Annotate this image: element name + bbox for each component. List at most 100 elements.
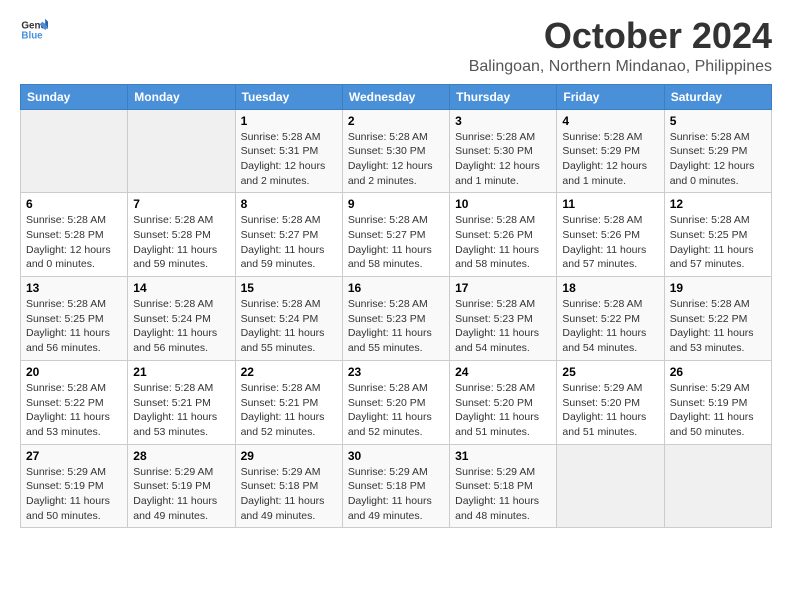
day-info: Sunrise: 5:28 AM Sunset: 5:24 PM Dayligh… — [133, 297, 229, 356]
calendar-day-cell: 6Sunrise: 5:28 AM Sunset: 5:28 PM Daylig… — [21, 193, 128, 277]
day-info: Sunrise: 5:28 AM Sunset: 5:30 PM Dayligh… — [455, 130, 551, 189]
day-number: 16 — [348, 281, 444, 295]
page-header: General Blue October 2024 Balingoan, Nor… — [20, 16, 772, 76]
day-number: 24 — [455, 365, 551, 379]
calendar-day-cell: 16 Sunrise: 5:28 AM Sunset: 5:23 PM Dayli… — [342, 277, 449, 361]
calendar-day-cell: 31Sunrise: 5:29 AM Sunset: 5:18 PM Dayli… — [450, 444, 557, 528]
calendar-header-cell: Saturday — [664, 84, 771, 109]
calendar-day-cell: 21 Sunrise: 5:28 AM Sunset: 5:21 PM Dayli… — [128, 360, 235, 444]
calendar-day-cell — [664, 444, 771, 528]
calendar-day-cell: 27 Sunrise: 5:29 AM Sunset: 5:19 PM Dayli… — [21, 444, 128, 528]
day-number: 15 — [241, 281, 337, 295]
calendar-header-cell: Tuesday — [235, 84, 342, 109]
day-info: Sunrise: 5:28 AM Sunset: 5:21 PM Dayligh… — [133, 381, 229, 440]
calendar-header-cell: Wednesday — [342, 84, 449, 109]
day-number: 18 — [562, 281, 658, 295]
day-number: 12 — [670, 197, 766, 211]
day-number: 21 — [133, 365, 229, 379]
calendar-day-cell: 28 Sunrise: 5:29 AM Sunset: 5:19 PM Dayli… — [128, 444, 235, 528]
calendar-day-cell — [21, 109, 128, 193]
calendar-day-cell: 23Sunrise: 5:28 AM Sunset: 5:20 PM Dayli… — [342, 360, 449, 444]
day-info: Sunrise: 5:28 AM Sunset: 5:26 PM Dayligh… — [562, 213, 658, 272]
day-info: Sunrise: 5:28 AM Sunset: 5:29 PM Dayligh… — [562, 130, 658, 189]
calendar-day-cell — [128, 109, 235, 193]
day-info: Sunrise: 5:28 AM Sunset: 5:21 PM Dayligh… — [241, 381, 337, 440]
day-info: Sunrise: 5:28 AM Sunset: 5:22 PM Dayligh… — [562, 297, 658, 356]
calendar-day-cell: 12 Sunrise: 5:28 AM Sunset: 5:25 PM Dayli… — [664, 193, 771, 277]
logo-icon: General Blue — [20, 16, 48, 44]
logo: General Blue — [20, 16, 48, 44]
day-info: Sunrise: 5:29 AM Sunset: 5:18 PM Dayligh… — [241, 465, 337, 524]
day-number: 22 — [241, 365, 337, 379]
day-number: 30 — [348, 449, 444, 463]
day-info: Sunrise: 5:29 AM Sunset: 5:19 PM Dayligh… — [26, 465, 122, 524]
calendar-day-cell: 24 Sunrise: 5:28 AM Sunset: 5:20 PM Dayli… — [450, 360, 557, 444]
calendar-day-cell: 19 Sunrise: 5:28 AM Sunset: 5:22 PM Dayli… — [664, 277, 771, 361]
calendar-day-cell: 15Sunrise: 5:28 AM Sunset: 5:24 PM Dayli… — [235, 277, 342, 361]
calendar-header-cell: Monday — [128, 84, 235, 109]
month-title: October 2024 — [469, 16, 772, 56]
calendar-day-cell: 9Sunrise: 5:28 AM Sunset: 5:27 PM Daylig… — [342, 193, 449, 277]
day-info: Sunrise: 5:28 AM Sunset: 5:22 PM Dayligh… — [670, 297, 766, 356]
calendar-header-cell: Thursday — [450, 84, 557, 109]
day-info: Sunrise: 5:28 AM Sunset: 5:23 PM Dayligh… — [455, 297, 551, 356]
calendar-day-cell: 17Sunrise: 5:28 AM Sunset: 5:23 PM Dayli… — [450, 277, 557, 361]
calendar-day-cell — [557, 444, 664, 528]
calendar-day-cell: 25Sunrise: 5:29 AM Sunset: 5:20 PM Dayli… — [557, 360, 664, 444]
calendar-week-row: 6Sunrise: 5:28 AM Sunset: 5:28 PM Daylig… — [21, 193, 772, 277]
calendar-week-row: 27 Sunrise: 5:29 AM Sunset: 5:19 PM Dayli… — [21, 444, 772, 528]
calendar-day-cell: 3Sunrise: 5:28 AM Sunset: 5:30 PM Daylig… — [450, 109, 557, 193]
calendar-week-row: 20 Sunrise: 5:28 AM Sunset: 5:22 PM Dayli… — [21, 360, 772, 444]
calendar-day-cell: 26 Sunrise: 5:29 AM Sunset: 5:19 PM Dayli… — [664, 360, 771, 444]
calendar-day-cell: 29 Sunrise: 5:29 AM Sunset: 5:18 PM Dayli… — [235, 444, 342, 528]
day-number: 2 — [348, 114, 444, 128]
calendar-day-cell: 20 Sunrise: 5:28 AM Sunset: 5:22 PM Dayli… — [21, 360, 128, 444]
day-info: Sunrise: 5:28 AM Sunset: 5:29 PM Dayligh… — [670, 130, 766, 189]
day-number: 13 — [26, 281, 122, 295]
calendar-week-row: 13 Sunrise: 5:28 AM Sunset: 5:25 PM Dayli… — [21, 277, 772, 361]
day-number: 1 — [241, 114, 337, 128]
day-info: Sunrise: 5:29 AM Sunset: 5:20 PM Dayligh… — [562, 381, 658, 440]
day-number: 19 — [670, 281, 766, 295]
calendar-day-cell: 30Sunrise: 5:29 AM Sunset: 5:18 PM Dayli… — [342, 444, 449, 528]
day-info: Sunrise: 5:29 AM Sunset: 5:19 PM Dayligh… — [133, 465, 229, 524]
day-number: 23 — [348, 365, 444, 379]
calendar-header-cell: Sunday — [21, 84, 128, 109]
calendar-week-row: 1Sunrise: 5:28 AM Sunset: 5:31 PM Daylig… — [21, 109, 772, 193]
calendar-header-cell: Friday — [557, 84, 664, 109]
day-number: 11 — [562, 197, 658, 211]
day-info: Sunrise: 5:28 AM Sunset: 5:30 PM Dayligh… — [348, 130, 444, 189]
day-number: 10 — [455, 197, 551, 211]
day-info: Sunrise: 5:28 AM Sunset: 5:22 PM Dayligh… — [26, 381, 122, 440]
day-number: 31 — [455, 449, 551, 463]
day-number: 7 — [133, 197, 229, 211]
calendar-day-cell: 18 Sunrise: 5:28 AM Sunset: 5:22 PM Dayli… — [557, 277, 664, 361]
calendar-day-cell: 14 Sunrise: 5:28 AM Sunset: 5:24 PM Dayli… — [128, 277, 235, 361]
day-number: 26 — [670, 365, 766, 379]
calendar-day-cell: 2 Sunrise: 5:28 AM Sunset: 5:30 PM Daylig… — [342, 109, 449, 193]
day-info: Sunrise: 5:29 AM Sunset: 5:19 PM Dayligh… — [670, 381, 766, 440]
day-info: Sunrise: 5:28 AM Sunset: 5:20 PM Dayligh… — [455, 381, 551, 440]
day-number: 8 — [241, 197, 337, 211]
calendar-table: SundayMondayTuesdayWednesdayThursdayFrid… — [20, 84, 772, 529]
day-info: Sunrise: 5:28 AM Sunset: 5:25 PM Dayligh… — [26, 297, 122, 356]
calendar-day-cell: 4 Sunrise: 5:28 AM Sunset: 5:29 PM Daylig… — [557, 109, 664, 193]
day-info: Sunrise: 5:28 AM Sunset: 5:25 PM Dayligh… — [670, 213, 766, 272]
calendar-header-row: SundayMondayTuesdayWednesdayThursdayFrid… — [21, 84, 772, 109]
calendar-day-cell: 7Sunrise: 5:28 AM Sunset: 5:28 PM Daylig… — [128, 193, 235, 277]
calendar-day-cell: 1Sunrise: 5:28 AM Sunset: 5:31 PM Daylig… — [235, 109, 342, 193]
title-block: October 2024 Balingoan, Northern Mindana… — [469, 16, 772, 76]
day-number: 27 — [26, 449, 122, 463]
day-info: Sunrise: 5:28 AM Sunset: 5:27 PM Dayligh… — [241, 213, 337, 272]
day-number: 14 — [133, 281, 229, 295]
calendar-day-cell: 10Sunrise: 5:28 AM Sunset: 5:26 PM Dayli… — [450, 193, 557, 277]
day-number: 4 — [562, 114, 658, 128]
day-number: 29 — [241, 449, 337, 463]
location-title: Balingoan, Northern Mindanao, Philippine… — [469, 58, 772, 76]
day-number: 6 — [26, 197, 122, 211]
day-number: 20 — [26, 365, 122, 379]
day-info: Sunrise: 5:28 AM Sunset: 5:23 PM Dayligh… — [348, 297, 444, 356]
day-number: 28 — [133, 449, 229, 463]
calendar-day-cell: 22 Sunrise: 5:28 AM Sunset: 5:21 PM Dayli… — [235, 360, 342, 444]
day-number: 9 — [348, 197, 444, 211]
